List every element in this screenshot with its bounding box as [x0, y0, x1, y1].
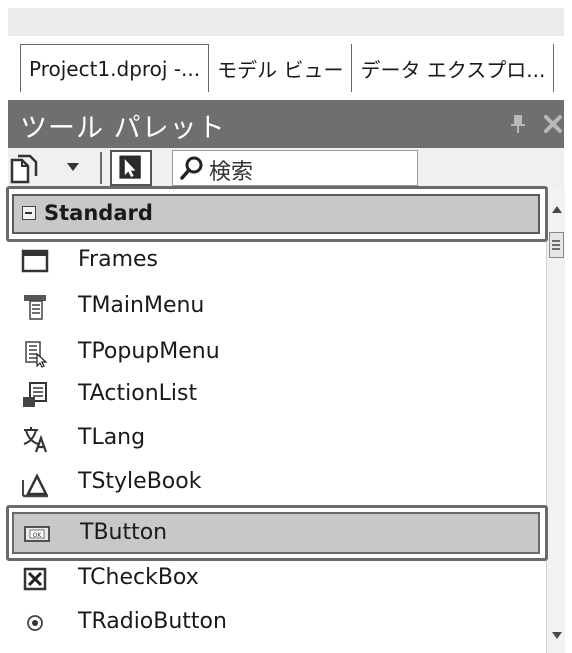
- search-placeholder: 検索: [209, 160, 254, 185]
- item-label: TCheckBox: [78, 565, 199, 590]
- list-item-tlang[interactable]: TLang: [12, 416, 540, 462]
- palette-header: ツール パレット: [8, 100, 564, 148]
- list-item-tbutton[interactable]: OK TButton: [12, 512, 540, 554]
- checkbox-icon: [23, 567, 47, 591]
- list-item-tradiobutton[interactable]: TRadioButton: [12, 600, 540, 646]
- item-label: TButton: [80, 520, 168, 545]
- list-item-tstylebook[interactable]: TStyleBook: [12, 460, 540, 506]
- item-label: TActionList: [78, 381, 198, 406]
- lang-icon: [23, 427, 48, 453]
- style-book-icon: [22, 473, 49, 498]
- radio-button-icon: [27, 615, 43, 631]
- pin-icon[interactable]: [508, 112, 528, 136]
- scroll-grip-line: [552, 248, 560, 250]
- item-label: TRadioButton: [78, 609, 227, 634]
- item-label: Frames: [78, 247, 159, 272]
- search-icon: [180, 156, 203, 180]
- tab-project[interactable]: Project1.dproj -...: [20, 44, 210, 92]
- tab-model-view-label: モデル ビュー: [217, 57, 344, 82]
- button-icon: OK: [24, 526, 50, 542]
- list-item-tmainmenu[interactable]: TMainMenu: [12, 284, 540, 330]
- search-input[interactable]: 検索: [172, 150, 418, 186]
- tool-palette-window: Project1.dproj -... モデル ビュー データ エクスプロ...…: [0, 0, 572, 653]
- category-label: Standard: [44, 201, 153, 225]
- close-icon[interactable]: [542, 113, 564, 135]
- scroll-grip-line: [552, 240, 560, 242]
- pointer-tool-icon[interactable]: [110, 150, 152, 186]
- item-label: TLang: [78, 425, 146, 450]
- list-item-frames[interactable]: Frames: [12, 238, 540, 284]
- item-label: TMainMenu: [78, 293, 205, 318]
- tab-project-label: Project1.dproj -...: [29, 56, 201, 81]
- list-item-tpopupmenu[interactable]: TPopupMenu: [12, 330, 540, 376]
- svg-text:OK: OK: [33, 532, 43, 539]
- action-list-icon: [23, 382, 47, 407]
- new-file-icon[interactable]: [8, 152, 38, 184]
- tab-row: Project1.dproj -... モデル ビュー データ エクスプロ...: [8, 44, 555, 92]
- top-band: [8, 8, 564, 36]
- toolbar-separator: [100, 152, 102, 184]
- frames-icon: [21, 249, 49, 273]
- scroll-down-icon[interactable]: [552, 632, 562, 639]
- category-standard[interactable]: Standard: [12, 194, 540, 234]
- chevron-down-icon[interactable]: [66, 162, 80, 172]
- item-label: TStyleBook: [78, 469, 202, 494]
- tab-data-explorer[interactable]: データ エクスプロ...: [352, 44, 555, 92]
- list-item-tactionlist[interactable]: TActionList: [12, 372, 540, 418]
- tab-model-view[interactable]: モデル ビュー: [209, 44, 353, 92]
- item-label: TPopupMenu: [78, 339, 220, 364]
- main-menu-icon: [24, 295, 46, 320]
- scroll-grip-line: [552, 244, 560, 246]
- tab-data-explorer-label: データ エクスプロ...: [360, 57, 546, 82]
- scroll-up-icon[interactable]: [552, 206, 562, 213]
- list-item-tcheckbox[interactable]: TCheckBox: [12, 556, 540, 602]
- collapse-icon[interactable]: [22, 206, 36, 220]
- palette-title: ツール パレット: [20, 113, 226, 144]
- popup-menu-icon: [25, 341, 48, 368]
